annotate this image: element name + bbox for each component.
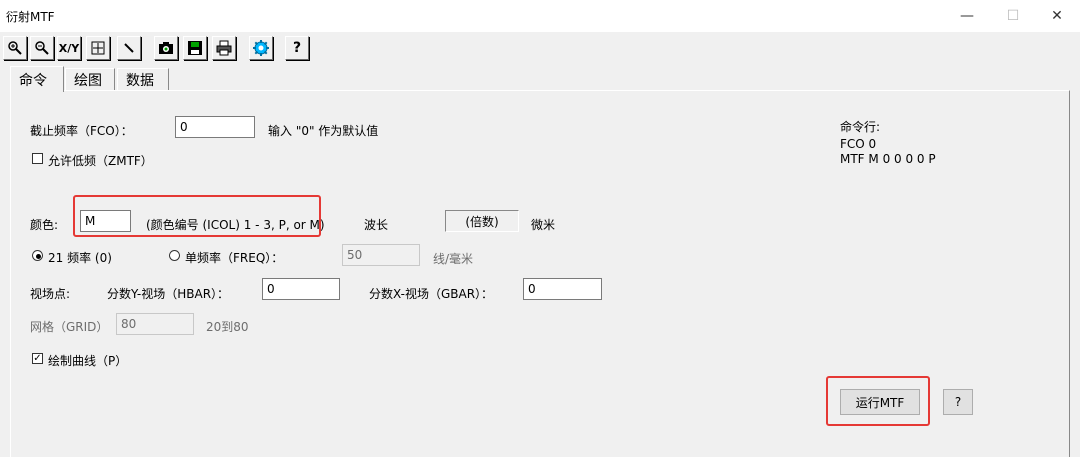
wavelength-unit: 微米 — [531, 218, 556, 232]
zmtf-checkbox[interactable] — [32, 153, 43, 164]
maximize-button[interactable]: ☐ — [990, 0, 1036, 32]
color-label: 颜色: — [30, 218, 59, 232]
color-input[interactable]: M — [80, 210, 131, 232]
fit-button[interactable] — [86, 36, 110, 60]
save-button[interactable] — [183, 36, 207, 60]
single-freq-label: 单频率（FREQ）： — [185, 251, 284, 265]
settings-button[interactable] — [249, 36, 273, 60]
help-icon: ? — [292, 40, 302, 56]
command-line-text-1: FCO 0 — [840, 137, 877, 151]
close-button[interactable]: ✕ — [1034, 0, 1080, 32]
zoom-in-icon — [8, 41, 22, 55]
print-button[interactable] — [212, 36, 236, 60]
xy-icon: X/Y — [58, 41, 80, 55]
freq21-radio[interactable] — [32, 250, 43, 261]
window-title: 衍射MTF — [6, 10, 55, 24]
fco-hint: 输入 "0" 作为默认值 — [268, 124, 379, 138]
wavelength-label: 波长 — [364, 218, 389, 232]
help-toolbar-button[interactable]: ? — [285, 36, 309, 60]
command-line-text-2: MTF M 0 0 0 0 P — [840, 152, 936, 166]
minimize-button[interactable]: — — [944, 0, 990, 32]
pen-icon — [124, 43, 134, 53]
hbar-label: 分数Y-视场（HBAR）： — [107, 287, 230, 301]
single-freq-radio[interactable] — [169, 250, 180, 261]
zmtf-label: 允许低频（ZMTF） — [48, 154, 153, 168]
camera-button[interactable] — [154, 36, 178, 60]
hbar-input[interactable]: 0 — [262, 278, 340, 300]
zoom-out-button[interactable] — [30, 36, 54, 60]
freq-unit: 线/毫米 — [433, 252, 474, 266]
fco-input[interactable]: 0 — [175, 116, 255, 138]
help-button[interactable]: ? — [943, 389, 973, 415]
title-bar — [0, 0, 1080, 32]
wavelength-field: (倍数) — [445, 210, 519, 232]
freq-input[interactable]: 50 — [342, 244, 420, 266]
grid-label: 网格（GRID） — [30, 320, 109, 334]
zoom-out-icon — [35, 41, 49, 55]
field-label: 视场点: — [30, 287, 71, 301]
run-mtf-button[interactable]: 运行MTF — [840, 389, 920, 415]
plot-label: 绘制曲线（P） — [48, 354, 128, 368]
fit-icon — [91, 41, 105, 55]
print-icon — [216, 40, 232, 56]
tab-data[interactable]: 数据 — [117, 68, 169, 90]
settings-icon — [253, 40, 269, 56]
fco-label: 截止频率（FCO）： — [30, 124, 133, 138]
tab-command[interactable]: 命令 — [10, 66, 64, 92]
plot-checkbox[interactable]: ✓ — [32, 353, 43, 364]
gbar-input[interactable]: 0 — [523, 278, 602, 300]
pen-button[interactable] — [117, 36, 141, 60]
grid-input[interactable]: 80 — [116, 313, 194, 335]
color-hint: (颜色编号 (ICOL) 1 - 3, P, or M) — [146, 218, 325, 232]
zoom-in-button[interactable] — [3, 36, 27, 60]
grid-range: 20到80 — [206, 320, 249, 334]
tab-plot[interactable]: 绘图 — [65, 68, 115, 90]
xy-button[interactable]: X/Y — [57, 36, 81, 60]
camera-icon — [159, 42, 173, 54]
command-line-label: 命令行: — [840, 120, 881, 134]
freq21-label: 21 频率 (0) — [48, 251, 112, 265]
gbar-label: 分数X-视场（GBAR）： — [369, 287, 494, 301]
save-icon — [188, 41, 202, 55]
